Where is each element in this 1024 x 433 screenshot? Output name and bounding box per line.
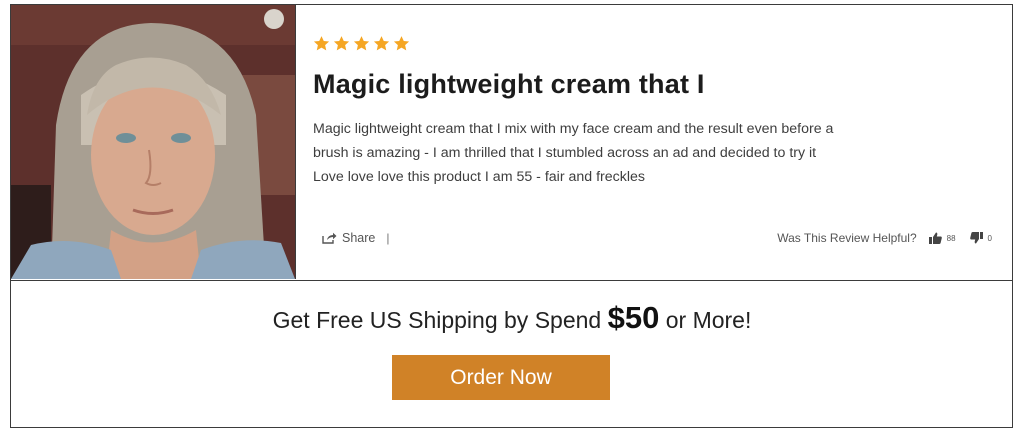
- order-now-button[interactable]: Order Now: [392, 355, 610, 400]
- thumbs-up-button[interactable]: 88: [928, 232, 956, 244]
- review-title: Magic lightweight cream that I: [313, 69, 705, 99]
- review-content: Magic lightweight cream that I Magic lig…: [311, 5, 1012, 279]
- share-separator: |: [386, 231, 390, 245]
- upvote-count: 88: [946, 233, 956, 243]
- promo-text-before: Get Free US Shipping by Spend: [272, 307, 608, 333]
- helpful-label: Was This Review Helpful?: [777, 231, 917, 245]
- review-body: Magic lightweight cream that I mix with …: [313, 117, 933, 189]
- review-body-line: Love love love this product I am 55 - fa…: [313, 169, 645, 185]
- thumbs-down-button[interactable]: 0: [969, 232, 992, 244]
- reviewer-photo: [11, 5, 296, 279]
- share-icon: [322, 232, 337, 244]
- star-icon: [333, 36, 350, 51]
- share-label: Share: [342, 231, 376, 245]
- star-icon: [313, 36, 330, 51]
- review-section: Magic lightweight cream that I Magic lig…: [11, 5, 1012, 281]
- promo-price: $50: [607, 300, 660, 335]
- star-icon: [373, 36, 390, 51]
- star-icon: [353, 36, 370, 51]
- shipping-promo: Get Free US Shipping by Spend $50 or Mor…: [0, 300, 1024, 336]
- star-rating: [313, 35, 410, 52]
- share-button[interactable]: Share |: [322, 231, 389, 245]
- promo-text-after: or More!: [659, 307, 752, 333]
- thumbs-down-icon: [969, 232, 983, 244]
- review-body-line: Magic lightweight cream that I mix with …: [313, 121, 834, 137]
- thumbs-up-icon: [928, 232, 942, 244]
- star-icon: [393, 36, 410, 51]
- reviewer-portrait-illustration: [11, 5, 295, 279]
- helpful-votes: Was This Review Helpful? 88 0: [777, 231, 992, 245]
- downvote-count: 0: [987, 233, 992, 243]
- review-body-line: brush is amazing - I am thrilled that I …: [313, 145, 817, 161]
